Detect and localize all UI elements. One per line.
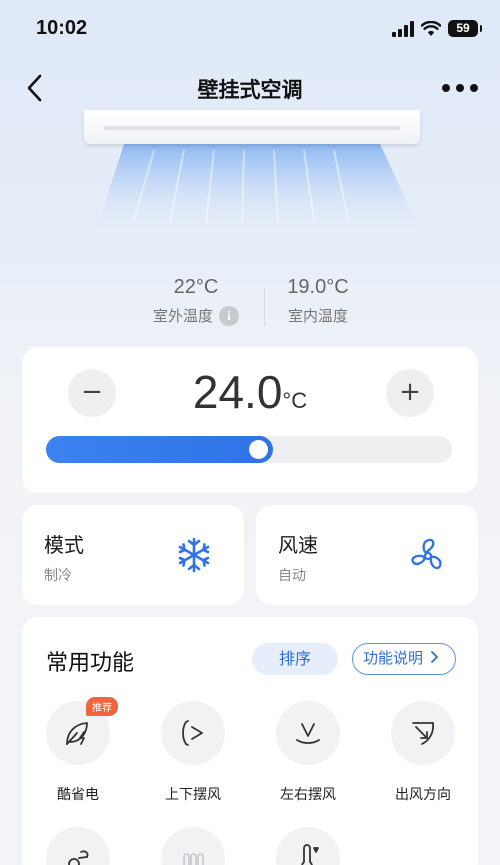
temperature-slider[interactable]: [46, 436, 452, 463]
fan-icon: [411, 538, 442, 570]
mode-value: 制冷: [44, 568, 72, 584]
function-label: 左右摆风: [280, 787, 336, 803]
status-bar: 10:02 59: [0, 0, 500, 60]
functions-title: 常用功能: [46, 651, 135, 676]
battery-icon: 59: [448, 20, 482, 37]
function-vertical-swing[interactable]: 上下摆风: [148, 701, 238, 804]
wind-speed-value: 自动: [278, 568, 306, 584]
outdoor-temp-label: 室外温度: [152, 307, 213, 325]
airflow-icon: [68, 850, 89, 865]
increase-temp-button[interactable]: +: [386, 369, 434, 417]
temperature-readouts: 22°C 室外温度 i 19.0°C 室内温度: [0, 276, 500, 336]
function-extra-3[interactable]: [263, 827, 353, 865]
wifi-icon: [421, 20, 441, 36]
horizontal-swing-icon: [296, 723, 320, 744]
function-extra-1[interactable]: [33, 827, 123, 865]
info-icon[interactable]: i: [219, 305, 239, 326]
recommend-badge: 推荐: [86, 697, 118, 716]
function-extra-2[interactable]: [148, 827, 238, 865]
function-horizontal-swing[interactable]: 左右摆风: [263, 701, 353, 804]
function-help-button[interactable]: 功能说明: [352, 643, 456, 675]
thermometer-icon: [301, 844, 319, 865]
function-label: 出风方向: [395, 787, 451, 803]
slider-fill: [46, 436, 273, 463]
more-options-icon[interactable]: [442, 78, 478, 98]
leaf-bolt-icon: [66, 722, 88, 745]
indoor-temp-value: 19.0°C: [287, 276, 349, 298]
ac-unit-body: [84, 110, 420, 144]
function-label: 上下摆风: [165, 787, 221, 803]
page-title: 壁挂式空调: [197, 78, 303, 102]
slider-thumb[interactable]: [249, 440, 268, 459]
common-functions-card: 常用功能 排序 功能说明 推荐 酷省电 上下摆风 左右摆风 出风方向: [22, 617, 478, 865]
setpoint-unit: °C: [282, 388, 308, 413]
mode-title: 模式: [44, 533, 84, 557]
heater-icon: [183, 853, 204, 865]
temperature-control-card: − 24.0°C +: [22, 347, 478, 493]
wind-speed-card[interactable]: 风速 自动: [256, 505, 478, 605]
wind-speed-title: 风速: [278, 533, 318, 557]
function-air-direction[interactable]: 出风方向: [378, 701, 468, 804]
mode-card[interactable]: 模式 制冷: [22, 505, 244, 605]
function-eco-power[interactable]: 推荐 酷省电: [33, 697, 123, 804]
function-label: 酷省电: [57, 787, 99, 803]
vertical-swing-icon: [182, 720, 203, 746]
sort-button[interactable]: 排序: [252, 643, 338, 675]
indoor-temp-label: 室内温度: [287, 307, 348, 325]
ac-vent: [104, 126, 400, 130]
air-conditioner-illustration: [84, 110, 420, 240]
chevron-right-icon: [430, 651, 439, 663]
cellular-signal-icon: [392, 20, 414, 37]
status-icons: 59: [392, 20, 482, 37]
status-time: 10:02: [36, 17, 88, 39]
indoor-temperature: 19.0°C 室内温度: [238, 276, 398, 326]
air-direction-icon: [412, 722, 435, 745]
nav-bar: 壁挂式空调: [0, 60, 500, 116]
setpoint-value: 24.0: [192, 366, 283, 418]
snowflake-icon: [178, 537, 210, 573]
function-help-label: 功能说明: [363, 649, 424, 667]
